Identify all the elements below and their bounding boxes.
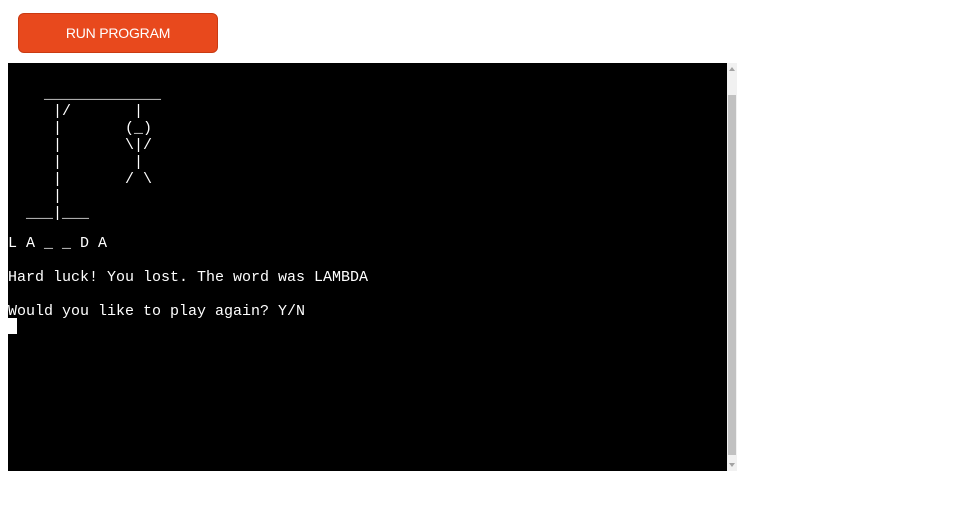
word-progress: L A _ _ D A [8,235,108,252]
play-again-prompt: Would you like to play again? Y/N [8,303,306,320]
run-program-button[interactable]: RUN PROGRAM [18,13,218,53]
scroll-up-arrow[interactable] [727,63,737,75]
triangle-up-icon [729,67,735,71]
result-message: Hard luck! You lost. The word was LAMBDA [8,269,369,286]
terminal-cursor [8,318,17,334]
terminal-scrollbar[interactable] [727,63,737,471]
scroll-down-arrow[interactable] [727,459,737,471]
triangle-down-icon [729,463,735,467]
terminal-screen[interactable]: _____________ |/ | | (_) | \|/ | | | / \… [8,63,727,471]
scroll-thumb[interactable] [728,95,736,455]
hangman-ascii-art: _____________ |/ | | (_) | \|/ | | | / \… [26,86,162,222]
terminal[interactable]: _____________ |/ | | (_) | \|/ | | | / \… [8,63,737,471]
